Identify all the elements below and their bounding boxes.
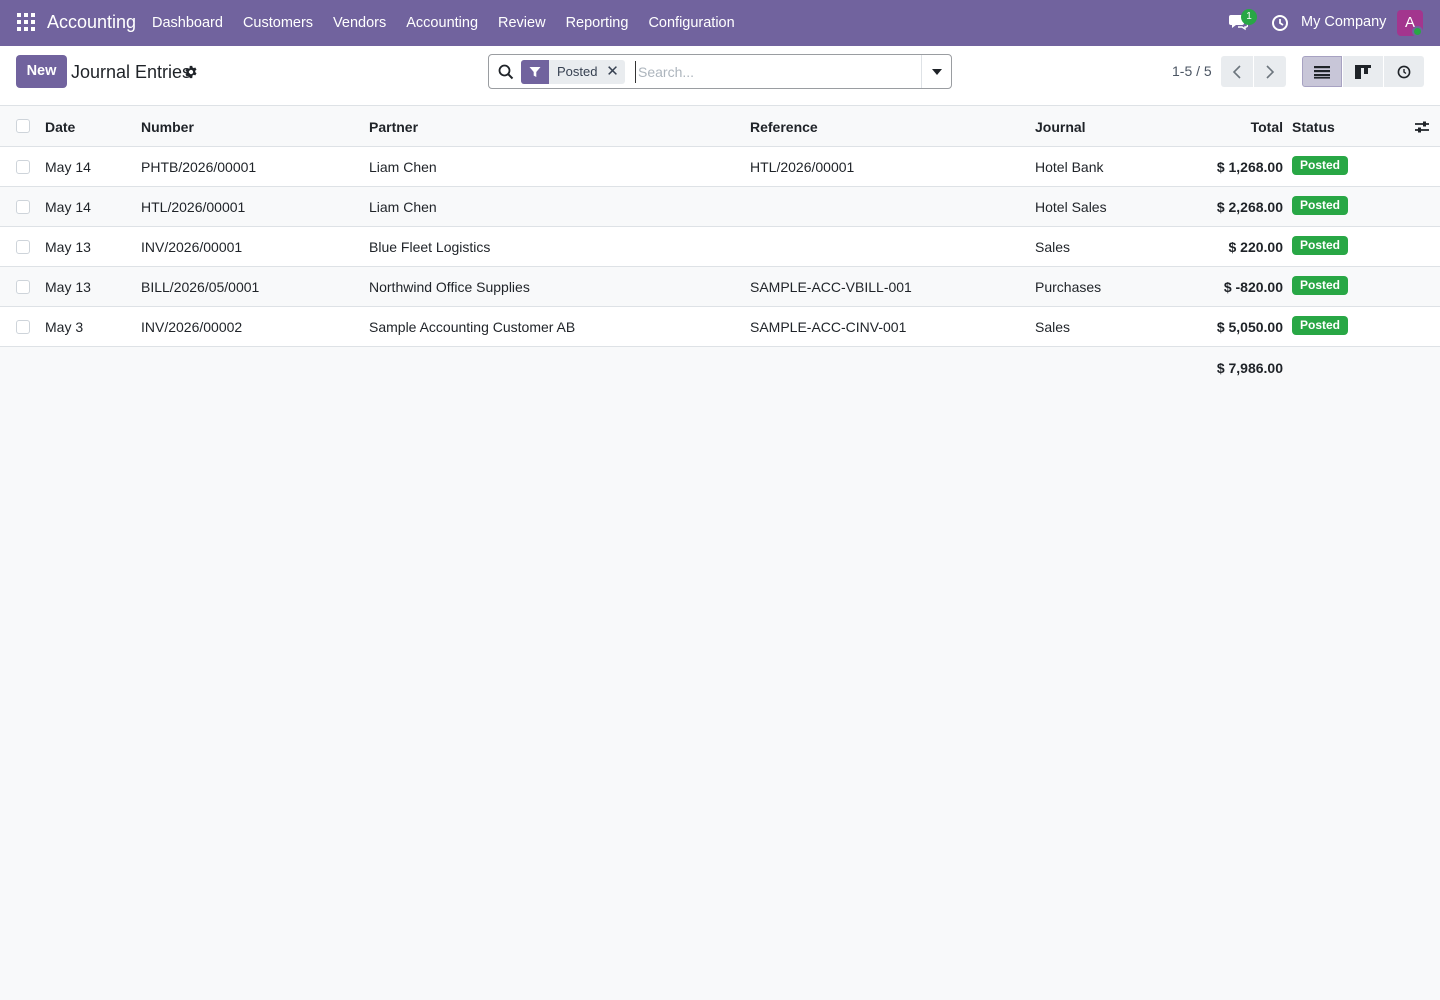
- table-row[interactable]: May 13 BILL/2026/05/0001 Northwind Offic…: [0, 267, 1440, 307]
- pager-previous-button[interactable]: [1221, 56, 1253, 87]
- caret-down-icon: [931, 68, 942, 75]
- cell-journal: Purchases: [1035, 279, 1102, 295]
- column-header-reference[interactable]: Reference: [750, 119, 818, 135]
- search-options-toggle[interactable]: [921, 55, 951, 88]
- list-view-button[interactable]: [1302, 56, 1342, 87]
- cell-total: $ -820.00: [1223, 279, 1283, 295]
- company-switcher[interactable]: My Company: [1301, 14, 1386, 30]
- activity-clock-icon[interactable]: [1271, 14, 1289, 32]
- search-bar: Posted ✕: [488, 54, 952, 89]
- row-checkbox[interactable]: [16, 320, 30, 334]
- kanban-view-button[interactable]: [1343, 56, 1383, 87]
- control-panel: New Journal Entries Posted ✕ Search... 1…: [0, 46, 1440, 106]
- menu-accounting[interactable]: Accounting: [396, 0, 488, 46]
- menu-customers[interactable]: Customers: [233, 0, 323, 46]
- cell-number: BILL/2026/05/0001: [141, 279, 260, 295]
- cell-journal: Sales: [1035, 239, 1071, 255]
- status-badge: Posted: [1292, 236, 1349, 255]
- list-view-icon: [1314, 65, 1330, 79]
- cell-reference: SAMPLE-ACC-CINV-001: [750, 319, 907, 335]
- row-checkbox[interactable]: [16, 160, 30, 174]
- kanban-view-icon: [1355, 64, 1371, 79]
- cell-journal: Hotel Sales: [1035, 199, 1107, 215]
- status-badge: Posted: [1292, 316, 1349, 335]
- cell-number: HTL/2026/00001: [141, 199, 246, 215]
- cell-number: INV/2026/00002: [141, 319, 243, 335]
- cell-total: $ 1,268.00: [1216, 159, 1283, 175]
- column-header-total[interactable]: Total: [1251, 119, 1283, 135]
- cell-date: May 3: [45, 319, 84, 335]
- select-all-checkbox[interactable]: [16, 119, 30, 133]
- cell-number: INV/2026/00001: [141, 239, 243, 255]
- table-header: Date Number Partner Reference Journal To…: [0, 106, 1440, 147]
- filter-facet: Posted ✕: [521, 60, 626, 84]
- column-header-number[interactable]: Number: [141, 119, 194, 135]
- row-checkbox[interactable]: [16, 240, 30, 254]
- cell-date: May 14: [45, 199, 91, 215]
- new-button[interactable]: New: [16, 55, 67, 88]
- cell-partner: Liam Chen: [369, 159, 437, 175]
- clock-icon: [1397, 65, 1411, 78]
- column-header-journal[interactable]: Journal: [1035, 119, 1086, 135]
- app-name[interactable]: Accounting: [47, 12, 136, 33]
- pager-value[interactable]: 1-5 / 5: [1172, 63, 1212, 79]
- cell-total: $ 2,268.00: [1216, 199, 1283, 215]
- remove-facet-icon[interactable]: ✕: [605, 60, 625, 84]
- chevron-right-icon: [1266, 64, 1275, 79]
- cell-total: $ 5,050.00: [1216, 319, 1283, 335]
- search-input[interactable]: [635, 61, 915, 83]
- column-header-partner[interactable]: Partner: [369, 119, 418, 135]
- activity-view-button[interactable]: [1384, 56, 1424, 87]
- journal-entries-table: Date Number Partner Reference Journal To…: [0, 106, 1440, 376]
- status-badge: Posted: [1292, 276, 1349, 295]
- status-badge: Posted: [1292, 196, 1349, 215]
- top-navbar: Accounting Dashboard Customers Vendors A…: [0, 0, 1440, 46]
- menu-reporting[interactable]: Reporting: [556, 0, 639, 46]
- online-status-dot: [1412, 26, 1423, 37]
- cell-date: May 13: [45, 239, 91, 255]
- cell-partner: Sample Accounting Customer AB: [369, 319, 576, 335]
- chevron-left-icon: [1232, 64, 1241, 79]
- column-header-date[interactable]: Date: [45, 119, 75, 135]
- cell-partner: Liam Chen: [369, 199, 437, 215]
- cell-total: $ 220.00: [1228, 239, 1284, 255]
- apps-menu-icon[interactable]: [17, 13, 35, 31]
- search-icon[interactable]: [498, 64, 514, 80]
- main-menu: Dashboard Customers Vendors Accounting R…: [142, 0, 745, 46]
- status-badge: Posted: [1292, 156, 1349, 175]
- grand-total: $ 7,986.00: [1216, 360, 1283, 376]
- cell-partner: Blue Fleet Logistics: [369, 239, 491, 255]
- menu-configuration[interactable]: Configuration: [638, 0, 744, 46]
- cell-number: PHTB/2026/00001: [141, 159, 257, 175]
- filter-facet-label: Posted: [557, 64, 598, 79]
- menu-review[interactable]: Review: [488, 0, 556, 46]
- row-checkbox[interactable]: [16, 280, 30, 294]
- column-header-status[interactable]: Status: [1292, 119, 1335, 135]
- pager-next-button[interactable]: [1254, 56, 1286, 87]
- cell-partner: Northwind Office Supplies: [369, 279, 530, 295]
- menu-dashboard[interactable]: Dashboard: [142, 0, 233, 46]
- row-checkbox[interactable]: [16, 200, 30, 214]
- optional-columns-icon[interactable]: [1414, 119, 1430, 135]
- filter-icon: [521, 60, 549, 84]
- cell-reference: HTL/2026/00001: [750, 159, 855, 175]
- table-row[interactable]: May 14 PHTB/2026/00001 Liam Chen HTL/202…: [0, 147, 1440, 187]
- table-row[interactable]: May 14 HTL/2026/00001 Liam Chen Hotel Sa…: [0, 187, 1440, 227]
- cell-reference: SAMPLE-ACC-VBILL-001: [750, 279, 912, 295]
- table-row[interactable]: May 3 INV/2026/00002 Sample Accounting C…: [0, 307, 1440, 347]
- page-title[interactable]: Journal Entries: [71, 62, 191, 83]
- menu-vendors[interactable]: Vendors: [323, 0, 396, 46]
- cell-journal: Sales: [1035, 319, 1071, 335]
- table-row[interactable]: May 13 INV/2026/00001 Blue Fleet Logisti…: [0, 227, 1440, 267]
- cell-journal: Hotel Bank: [1035, 159, 1104, 175]
- chat-count-badge: 1: [1241, 9, 1257, 25]
- cell-date: May 14: [45, 159, 91, 175]
- gear-icon[interactable]: [184, 65, 198, 79]
- cell-date: May 13: [45, 279, 91, 295]
